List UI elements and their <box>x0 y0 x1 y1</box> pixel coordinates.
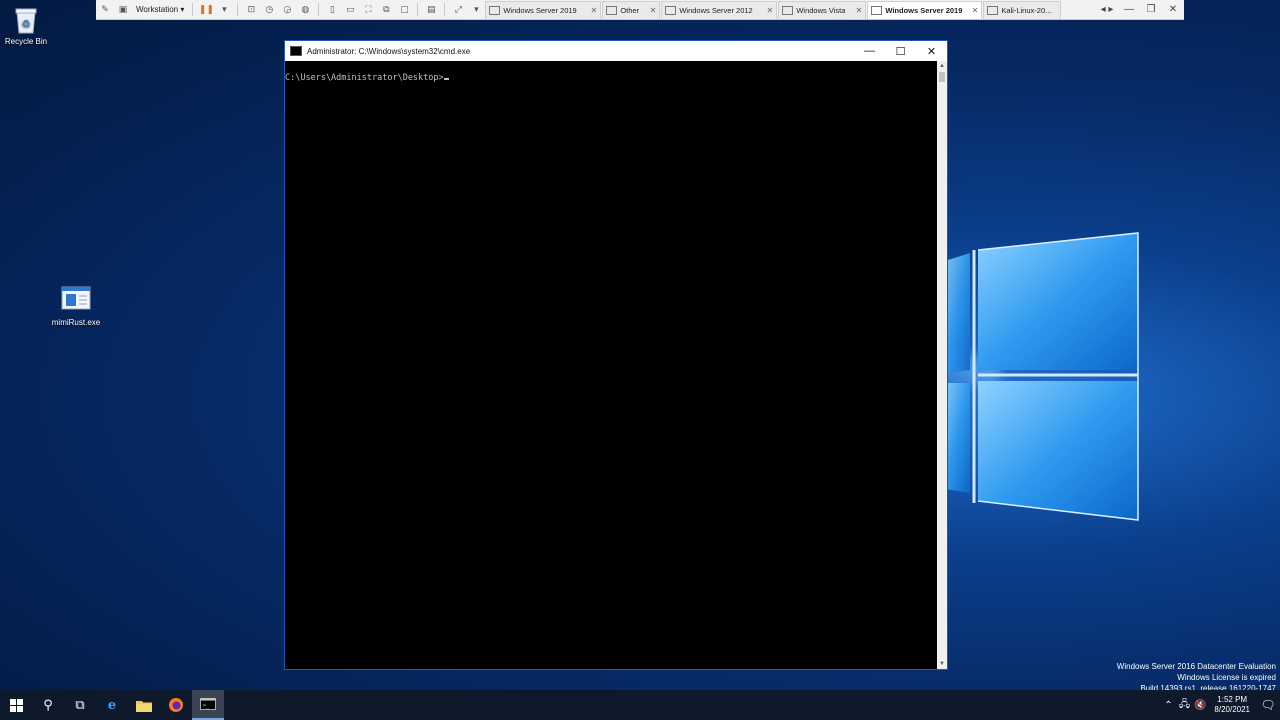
recycle-bin-label: Recycle Bin <box>4 37 48 46</box>
close-icon[interactable]: ✕ <box>972 6 979 15</box>
folder-shape <box>136 700 152 712</box>
maximize-button[interactable]: ☐ <box>885 41 916 61</box>
vm-tab-label: Windows Server 2019 <box>885 5 963 15</box>
system-tray: ⌃ 🖧 🔇 1:52 PM 8/20/2021 🗨 <box>1160 690 1280 720</box>
clock-time: 1:52 PM <box>1217 695 1248 704</box>
toolbar-separator <box>417 3 419 16</box>
clock[interactable]: 1:52 PM 8/20/2021 <box>1214 695 1250 715</box>
console-output[interactable]: C:\Users\Administrator\Desktop> <box>285 61 937 669</box>
workstation-menu[interactable]: Workstation ▾ <box>132 5 188 14</box>
windows-logo-wallpaper <box>945 232 1139 521</box>
firefox-shape <box>169 698 183 712</box>
vm-tab-label: Kali-Linux-20... <box>1001 5 1052 15</box>
sidebar-view-icon[interactable]: ▯ <box>325 3 339 17</box>
vertical-scrollbar[interactable]: ▲ ▼ <box>937 61 947 669</box>
vm-tab-label: Windows Server 2012 <box>679 5 753 15</box>
vm-icon <box>606 5 618 15</box>
vm-tab-label: Windows Vista <box>796 5 846 15</box>
firefox-icon[interactable] <box>160 690 192 720</box>
text-cursor <box>443 78 449 80</box>
toolbar-separator <box>237 3 239 16</box>
mimirust-file-shortcut[interactable]: mimiRust.exe <box>41 286 111 327</box>
vm-icon <box>782 5 794 15</box>
chevron-down-icon: ▾ <box>178 5 185 14</box>
thumbnail-view-icon[interactable]: ▭ <box>343 3 357 17</box>
close-button[interactable]: ✕ <box>916 41 947 61</box>
search-icon[interactable]: ⚲ <box>32 690 64 720</box>
vm-icon <box>665 5 677 15</box>
console-view-icon[interactable]: ▢ <box>397 3 411 17</box>
edge-browser-icon[interactable]: e <box>96 690 128 720</box>
vm-tab[interactable]: Windows Vista ✕ <box>778 0 867 19</box>
terminal-icon[interactable]: ▤ <box>424 3 438 17</box>
scroll-tabs-icon[interactable]: ◂ ▸ <box>1096 4 1118 15</box>
vm-tab[interactable]: Windows Server 2019 ✕ <box>485 0 602 19</box>
snapshot-icon[interactable]: ◷ <box>262 3 276 17</box>
cmd-window-title: Administrator: C:\Windows\system32\cmd.e… <box>307 46 471 56</box>
chevron-up-icon[interactable]: ⌃ <box>1160 700 1176 711</box>
network-icon[interactable]: 🖧 <box>1176 697 1192 714</box>
fullscreen-icon[interactable]: ⛶ <box>361 3 375 17</box>
windows-start-icon <box>9 698 23 712</box>
cmd-window[interactable]: Administrator: C:\Windows\system32\cmd.e… <box>284 40 948 670</box>
cmd-icon <box>290 46 302 56</box>
vm-icon <box>489 5 501 15</box>
workstation-label: Workstation <box>136 5 179 14</box>
snapshot-manager-icon[interactable]: ◍ <box>298 3 312 17</box>
revert-snapshot-icon[interactable]: ◶ <box>280 3 294 17</box>
unity-icon[interactable]: ⧉ <box>379 3 393 17</box>
vmware-logo-icon: ▣ <box>118 4 128 14</box>
scroll-down-icon[interactable]: ▼ <box>937 659 947 669</box>
cmd-taskbar-icon: >_ <box>200 698 216 710</box>
minimize-button[interactable]: — <box>854 41 885 61</box>
start-button[interactable] <box>0 690 32 720</box>
vm-tab[interactable]: Other ✕ <box>602 0 661 19</box>
vmware-window-controls: ◂ ▸ — ❐ ✕ <box>1096 4 1184 15</box>
svg-text:♻: ♻ <box>22 19 31 30</box>
watermark-edition: Windows Server 2016 Datacenter Evaluatio… <box>1116 662 1276 671</box>
volume-muted-icon[interactable]: 🔇 <box>1192 700 1208 711</box>
mimirust-file-label: mimiRust.exe <box>51 318 101 327</box>
watermark-license: Windows License is expired <box>1177 673 1276 682</box>
minimize-icon[interactable]: — <box>1118 4 1140 15</box>
toolbar-separator <box>318 3 320 16</box>
recycle-bin-icon: ♻ <box>15 8 37 34</box>
vm-tab-label: Other <box>620 5 640 15</box>
close-icon[interactable]: ✕ <box>1162 4 1184 15</box>
restore-icon[interactable]: ❐ <box>1140 4 1162 15</box>
task-view-icon[interactable]: ⧉ <box>64 690 96 720</box>
vm-tab[interactable]: Windows Server 2012 ✕ <box>661 0 778 19</box>
application-icon <box>61 286 91 310</box>
console-prompt: C:\Users\Administrator\Desktop> <box>285 73 444 83</box>
close-icon[interactable]: ✕ <box>767 6 774 15</box>
vm-tab-label: Windows Server 2019 <box>503 5 577 15</box>
close-icon[interactable]: ✕ <box>650 6 657 15</box>
vm-icon <box>871 5 883 15</box>
vm-tab[interactable]: Kali-Linux-20... <box>983 0 1062 19</box>
send-keys-icon[interactable]: ⊡ <box>244 3 258 17</box>
taskbar: ⚲ ⧉ e >_ ⌃ 🖧 🔇 1:52 PM 8/20/2021 🗨 <box>0 690 1280 720</box>
close-icon[interactable]: ✕ <box>856 6 863 15</box>
file-explorer-icon[interactable] <box>128 690 160 720</box>
clock-date: 8/20/2021 <box>1214 705 1250 714</box>
svg-text:>_: >_ <box>203 703 210 709</box>
action-center-icon[interactable]: 🗨 <box>1256 698 1280 712</box>
close-icon[interactable]: ✕ <box>591 6 598 15</box>
scrollbar-thumb[interactable] <box>939 72 945 82</box>
recycle-bin-shortcut[interactable]: ♻ Recycle Bin <box>0 5 61 46</box>
pause-icon[interactable]: ❚❚ <box>199 3 214 17</box>
cmd-titlebar[interactable]: Administrator: C:\Windows\system32\cmd.e… <box>285 41 947 61</box>
cmd-taskbar-button[interactable]: >_ <box>192 690 224 720</box>
vm-tab-active[interactable]: Windows Server 2019 ✕ <box>867 0 983 19</box>
toolbar-separator <box>444 3 446 16</box>
vm-icon <box>987 5 999 15</box>
pin-icon[interactable]: ✎ <box>98 3 112 17</box>
vmware-toolbar: ✎ ▣ Workstation ▾ ❚❚ ▾ ⊡ ◷ ◶ ◍ ▯ ▭ ⛶ ⧉ ▢… <box>96 0 1184 20</box>
stretch-icon[interactable]: ⤢ <box>451 3 465 17</box>
power-dropdown-icon[interactable]: ▾ <box>217 3 231 17</box>
scroll-up-icon[interactable]: ▲ <box>937 61 947 71</box>
toolbar-separator <box>192 3 194 16</box>
stretch-dropdown-icon[interactable]: ▾ <box>469 3 483 17</box>
